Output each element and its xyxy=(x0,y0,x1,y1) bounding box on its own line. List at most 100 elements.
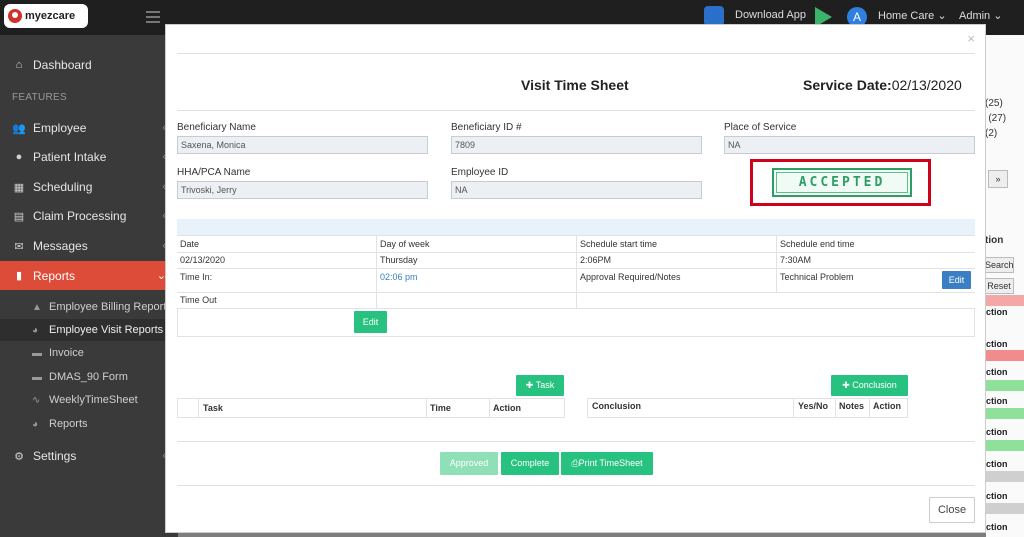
sidebar-item-label: Settings xyxy=(33,449,77,463)
home-icon: ⌂ xyxy=(15,59,23,71)
bg-row-strip xyxy=(986,380,1024,391)
bg-action-dropdown[interactable]: ction xyxy=(986,459,1008,469)
bg-action-dropdown[interactable]: ction xyxy=(986,307,1008,317)
hha-pca-name-label: HHA/PCA Name xyxy=(177,167,251,178)
bg-action-dropdown[interactable]: ction xyxy=(986,339,1008,349)
hha-pca-name-field[interactable]: Trivoski, Jerry xyxy=(177,181,428,199)
edit-notes-button[interactable]: Edit xyxy=(942,271,971,289)
sidebar-subitem-label: WeeklyTimeSheet xyxy=(49,394,138,406)
bg-count: (25) xyxy=(985,98,1003,109)
place-of-service-field[interactable]: NA xyxy=(724,136,975,154)
print-icon: ⎙ xyxy=(571,458,579,468)
chevron-down-icon: ⌄ xyxy=(937,10,947,22)
sidebar-subitem-label: Employee Visit Reports xyxy=(49,324,164,336)
bg-reset-button[interactable]: Reset xyxy=(984,278,1014,294)
divider xyxy=(177,485,975,486)
value-schedule-end: 7:30AM xyxy=(780,255,812,265)
bg-action-dropdown[interactable]: ction xyxy=(986,522,1008,532)
app-logo[interactable]: myezcare xyxy=(4,4,88,28)
add-conclusion-button[interactable]: ✚ Conclusion xyxy=(831,375,908,396)
service-date-value: 02/13/2020 xyxy=(891,77,962,93)
user-icon: ● xyxy=(15,151,23,163)
gear-icon: ⚙ xyxy=(14,450,24,463)
sidebar-subitem-weekly-timesheet[interactable]: ∿ WeeklyTimeSheet xyxy=(0,389,178,411)
complete-button[interactable]: Complete xyxy=(501,452,559,475)
sidebar-subitem-reports[interactable]: ◕ Reports xyxy=(0,413,178,435)
conclusion-col-conclusion: Conclusion xyxy=(592,401,641,411)
sidebar-subitem-dmas90-form[interactable]: ▬ DMAS_90 Form xyxy=(0,366,178,388)
bg-row-strip xyxy=(986,408,1024,419)
value-schedule-start: 2:06PM xyxy=(580,255,612,265)
beneficiary-name-field[interactable]: Saxena, Monica xyxy=(177,136,428,154)
bg-pager-next[interactable]: » xyxy=(988,170,1008,188)
sidebar-subitem-employee-billing-report[interactable]: ▲ Employee Billing Report xyxy=(0,296,178,318)
sidebar-item-settings[interactable]: ⚙ Settings ‹ xyxy=(0,442,178,470)
admin-label: Admin xyxy=(959,10,991,22)
sidebar-item-dashboard[interactable]: ⌂ Dashboard xyxy=(0,51,178,79)
download-app-label[interactable]: Download App xyxy=(735,9,806,21)
modal-title: Visit Time Sheet xyxy=(521,77,629,93)
logo-text: myezcare xyxy=(25,10,76,22)
employee-id-field[interactable]: NA xyxy=(451,181,702,199)
conclusion-col-action: Action xyxy=(873,401,901,411)
bg-action-dropdown[interactable]: ction xyxy=(986,367,1008,377)
visit-timesheet-modal: × Visit Time Sheet Service Date:02/13/20… xyxy=(165,24,986,533)
beneficiary-id-label: Beneficiary ID # xyxy=(451,122,522,133)
approved-button[interactable]: Approved xyxy=(440,452,498,475)
beneficiary-name-label: Beneficiary Name xyxy=(177,122,256,133)
visit-table-band xyxy=(177,219,975,235)
bg-action-dropdown[interactable]: ction xyxy=(986,427,1008,437)
close-icon[interactable]: × xyxy=(967,31,975,46)
print-timesheet-button[interactable]: ⎙Print TimeSheet xyxy=(561,452,653,475)
home-care-dropdown[interactable]: Home Care ⌄ xyxy=(878,9,947,22)
table-line xyxy=(576,292,577,308)
file-icon: ▬ xyxy=(32,347,42,359)
task-col-time: Time xyxy=(430,403,451,413)
close-button[interactable]: Close xyxy=(929,497,975,523)
table-line xyxy=(376,292,377,308)
sidebar-item-label: Reports xyxy=(33,268,76,283)
menu-toggle-icon[interactable] xyxy=(146,11,160,23)
bg-row-strip xyxy=(986,440,1024,451)
header-schedule-start: Schedule start time xyxy=(580,239,658,249)
sidebar-item-scheduling[interactable]: ▦ Scheduling ‹ xyxy=(0,173,178,201)
sidebar: ⌂ Dashboard FEATURES 👥 Employee ‹ ● Pati… xyxy=(0,35,178,537)
technical-problem-label: Technical Problem xyxy=(780,272,854,282)
sidebar-item-reports[interactable]: ▮ Reports ⌄ xyxy=(0,261,178,290)
accepted-stamp: ACCEPTED xyxy=(772,168,912,197)
accepted-stamp-highlight: ACCEPTED xyxy=(750,159,931,206)
users-icon: 👥 xyxy=(12,122,26,135)
task-col-action: Action xyxy=(493,403,521,413)
bg-action-dropdown[interactable]: ction xyxy=(986,396,1008,406)
sidebar-item-messages[interactable]: ✉ Messages ‹ xyxy=(0,232,178,260)
file-text-icon: ▬ xyxy=(32,371,42,383)
divider xyxy=(177,53,975,54)
sidebar-item-claim-processing[interactable]: ▤ Claim Processing ‹ xyxy=(0,202,178,230)
add-task-button[interactable]: ✚ Task xyxy=(516,375,564,396)
beneficiary-id-field[interactable]: 7809 xyxy=(451,136,702,154)
edit-time-out-button[interactable]: Edit xyxy=(354,311,387,333)
plus-icon: ✚ xyxy=(842,380,850,390)
bg-action-dropdown[interactable]: ction xyxy=(986,491,1008,501)
bg-search-button[interactable]: Search xyxy=(984,257,1014,273)
add-task-label: Task xyxy=(535,380,555,390)
time-out-label: Time Out xyxy=(180,295,217,305)
mobile-app-icon[interactable] xyxy=(704,6,724,26)
pie-chart-icon: ◕ xyxy=(32,324,39,336)
divider xyxy=(177,441,975,442)
bg-row-strip xyxy=(986,471,1024,482)
time-out-row xyxy=(177,308,975,337)
chevron-down-icon: ⌄ xyxy=(993,10,1003,22)
divider xyxy=(177,110,975,111)
sidebar-item-label: Dashboard xyxy=(33,58,92,72)
sidebar-item-employee[interactable]: 👥 Employee ‹ xyxy=(0,114,178,142)
header-day-of-week: Day of week xyxy=(380,239,430,249)
sidebar-item-label: Scheduling xyxy=(33,180,93,194)
admin-dropdown[interactable]: Admin ⌄ xyxy=(959,9,1002,22)
time-in-value[interactable]: 02:06 pm xyxy=(377,270,418,284)
sidebar-subitem-employee-visit-reports[interactable]: ◕ Employee Visit Reports xyxy=(0,319,178,341)
sidebar-item-label: Patient Intake xyxy=(33,150,107,164)
sidebar-subitem-label: DMAS_90 Form xyxy=(49,371,128,383)
sidebar-subitem-invoice[interactable]: ▬ Invoice xyxy=(0,342,178,364)
sidebar-item-patient-intake[interactable]: ● Patient Intake ‹ xyxy=(0,143,178,171)
